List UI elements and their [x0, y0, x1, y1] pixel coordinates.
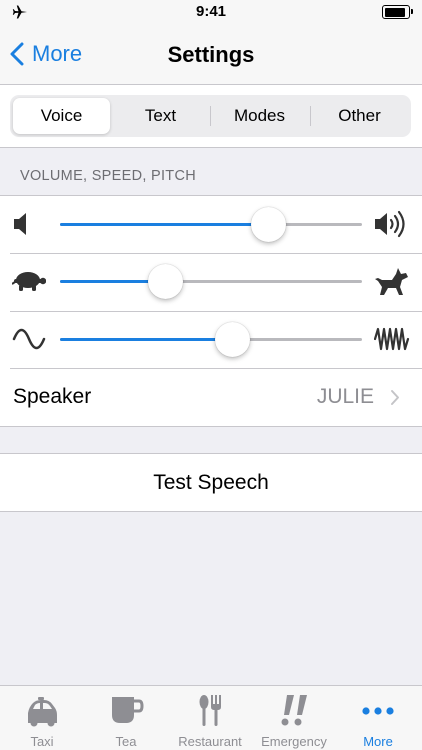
more-dots-icon — [362, 707, 394, 715]
speaker-row[interactable]: Speaker JULIE — [0, 368, 422, 427]
test-speech-label: Test Speech — [153, 470, 269, 494]
tab-bar: Taxi Tea Restaurant Emergency More — [0, 685, 422, 750]
section-header-label: VOLUME, SPEED, PITCH — [20, 168, 197, 184]
speed-slider[interactable] — [60, 264, 362, 299]
segment-voice[interactable]: Voice — [13, 98, 110, 134]
fork-knife-icon — [199, 695, 221, 726]
tab-taxi[interactable]: Taxi — [0, 686, 84, 750]
tab-emergency[interactable]: Emergency — [252, 686, 336, 750]
volume-high-icon — [375, 210, 405, 238]
segment-modes[interactable]: Modes — [211, 98, 308, 134]
status-bar: 9:41 — [0, 0, 422, 24]
row-separator — [10, 368, 422, 369]
chevron-right-icon — [391, 390, 399, 405]
status-time: 9:41 — [195, 3, 227, 20]
tab-tea[interactable]: Tea — [84, 686, 168, 750]
speaker-value: JULIE — [316, 385, 374, 408]
tab-label: More — [363, 734, 393, 749]
tea-cup-icon — [112, 697, 144, 723]
pitch-slider-thumb[interactable] — [214, 322, 250, 357]
tab-more[interactable]: More — [336, 686, 420, 750]
low-frequency-wave-icon — [12, 328, 46, 350]
turtle-icon — [12, 272, 46, 291]
segment-text[interactable]: Text — [112, 98, 209, 134]
volume-slider-row — [0, 195, 422, 253]
pitch-slider[interactable] — [60, 322, 362, 357]
row-separator — [10, 311, 422, 312]
volume-slider-thumb[interactable] — [250, 207, 286, 242]
speaker-label: Speaker — [13, 385, 92, 408]
segment-area: Voice Text Modes Other — [0, 85, 422, 147]
page-title: Settings — [167, 42, 255, 67]
pitch-slider-fill — [60, 338, 233, 341]
segment-other[interactable]: Other — [311, 98, 408, 134]
volume-low-icon — [14, 213, 26, 235]
tab-label: Tea — [115, 734, 137, 749]
tab-label: Restaurant — [178, 734, 242, 749]
battery-icon — [382, 5, 413, 19]
volume-slider[interactable] — [60, 207, 362, 242]
car-icon — [28, 697, 57, 727]
test-speech-button[interactable]: Test Speech — [0, 453, 422, 512]
speed-slider-thumb[interactable] — [148, 264, 184, 299]
tab-label: Taxi — [30, 734, 54, 749]
tab-label: Emergency — [261, 734, 327, 749]
volume-slider-fill — [60, 223, 269, 226]
segmented-control: Voice Text Modes Other — [10, 95, 411, 137]
pitch-slider-row — [0, 311, 422, 369]
rabbit-icon — [375, 268, 408, 295]
high-frequency-wave-icon — [374, 327, 410, 351]
navigation-bar: More Settings — [0, 24, 422, 85]
double-exclamation-icon — [281, 695, 307, 726]
row-separator — [10, 253, 422, 254]
speed-slider-row — [0, 253, 422, 311]
section-header: VOLUME, SPEED, PITCH — [0, 147, 422, 195]
tab-restaurant[interactable]: Restaurant — [168, 686, 252, 750]
row-separator — [0, 426, 422, 427]
